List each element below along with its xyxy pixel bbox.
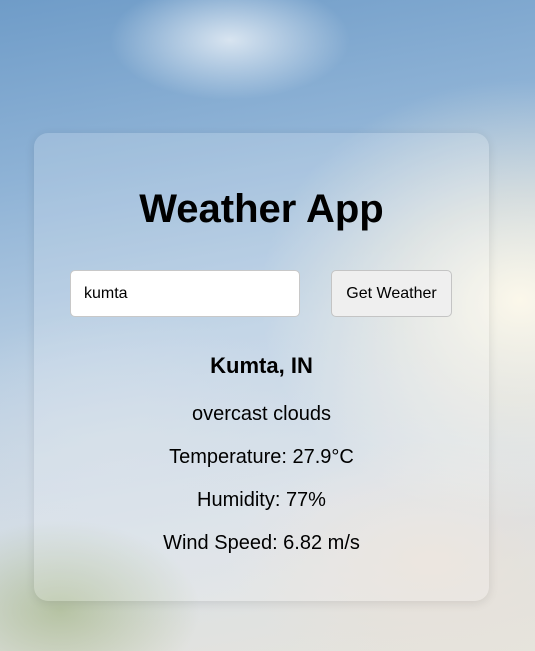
weather-card: Weather App Get Weather Kumta, IN overca… xyxy=(34,133,489,601)
city-input[interactable] xyxy=(70,270,300,317)
weather-description: overcast clouds xyxy=(192,403,331,425)
get-weather-button[interactable]: Get Weather xyxy=(331,270,452,317)
temperature-text: Temperature: 27.9°C xyxy=(169,446,354,468)
app-title: Weather App xyxy=(139,187,384,231)
location-name: Kumta, IN xyxy=(210,353,313,378)
wind-speed-text: Wind Speed: 6.82 m/s xyxy=(163,532,360,554)
humidity-text: Humidity: 77% xyxy=(197,489,326,511)
